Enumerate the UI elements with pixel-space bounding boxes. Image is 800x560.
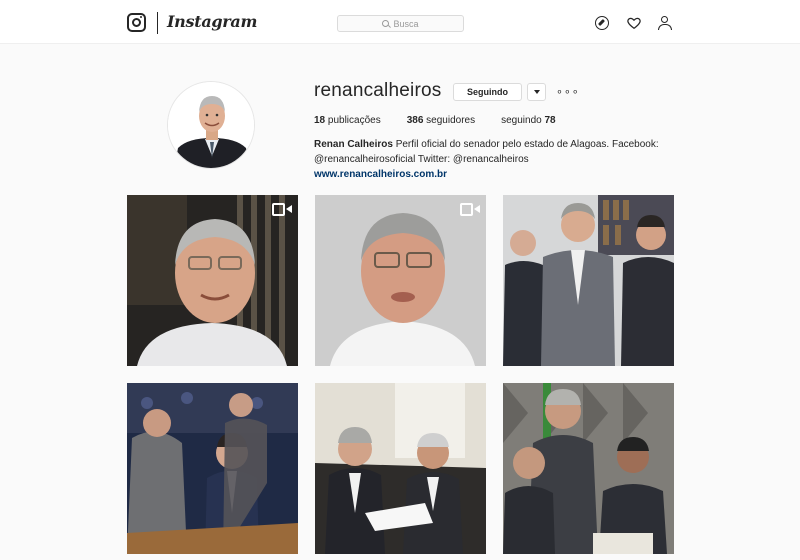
- profile-avatar[interactable]: [167, 81, 255, 169]
- top-nav: Instagram Busca: [0, 0, 800, 44]
- profile-full-name: Renan Calheiros: [314, 139, 393, 150]
- search-placeholder: Busca: [393, 18, 419, 29]
- post-thumbnail-5[interactable]: [315, 383, 486, 554]
- instagram-logo-icon[interactable]: [127, 13, 146, 32]
- post-thumbnail-3[interactable]: [503, 195, 674, 366]
- following-count[interactable]: seguindo 78: [501, 115, 556, 126]
- followers-count-label: seguidores: [423, 115, 476, 126]
- followers-count-value: 386: [406, 115, 424, 126]
- video-icon: [272, 203, 292, 216]
- followers-count[interactable]: 386 seguidores: [407, 115, 475, 126]
- more-options-button[interactable]: ∘∘∘: [556, 85, 580, 98]
- logo-divider: [157, 12, 158, 34]
- search-input[interactable]: Busca: [337, 15, 464, 32]
- following-count-label: seguindo: [501, 115, 545, 126]
- heart-icon[interactable]: [627, 16, 641, 30]
- person-icon[interactable]: [658, 16, 672, 30]
- bio-website-link[interactable]: www.renancalheiros.com.br: [314, 169, 447, 180]
- post-thumbnail-2[interactable]: [315, 195, 486, 366]
- compass-icon[interactable]: [595, 16, 609, 30]
- profile-username: renancalheiros: [314, 80, 442, 101]
- profile-bio: Renan Calheiros Perfil oficial do senado…: [314, 137, 664, 182]
- search-icon: [382, 20, 390, 27]
- posts-count-value: 18: [314, 115, 326, 126]
- profile-stats: 18 publicações 386 seguidores seguindo 7…: [314, 115, 582, 126]
- post-thumbnail-1[interactable]: [127, 195, 298, 366]
- post-thumbnail-4[interactable]: [127, 383, 298, 554]
- video-icon: [460, 203, 480, 216]
- posts-count-label: publicações: [325, 115, 381, 126]
- following-count-value: 78: [544, 115, 556, 126]
- chevron-down-icon: [533, 90, 540, 94]
- post-thumbnail-6[interactable]: [503, 383, 674, 554]
- following-button[interactable]: Seguindo: [453, 83, 522, 101]
- posts-count: 18 publicações: [314, 115, 381, 126]
- suggestions-dropdown-button[interactable]: [527, 83, 546, 101]
- instagram-wordmark[interactable]: Instagram: [167, 12, 257, 31]
